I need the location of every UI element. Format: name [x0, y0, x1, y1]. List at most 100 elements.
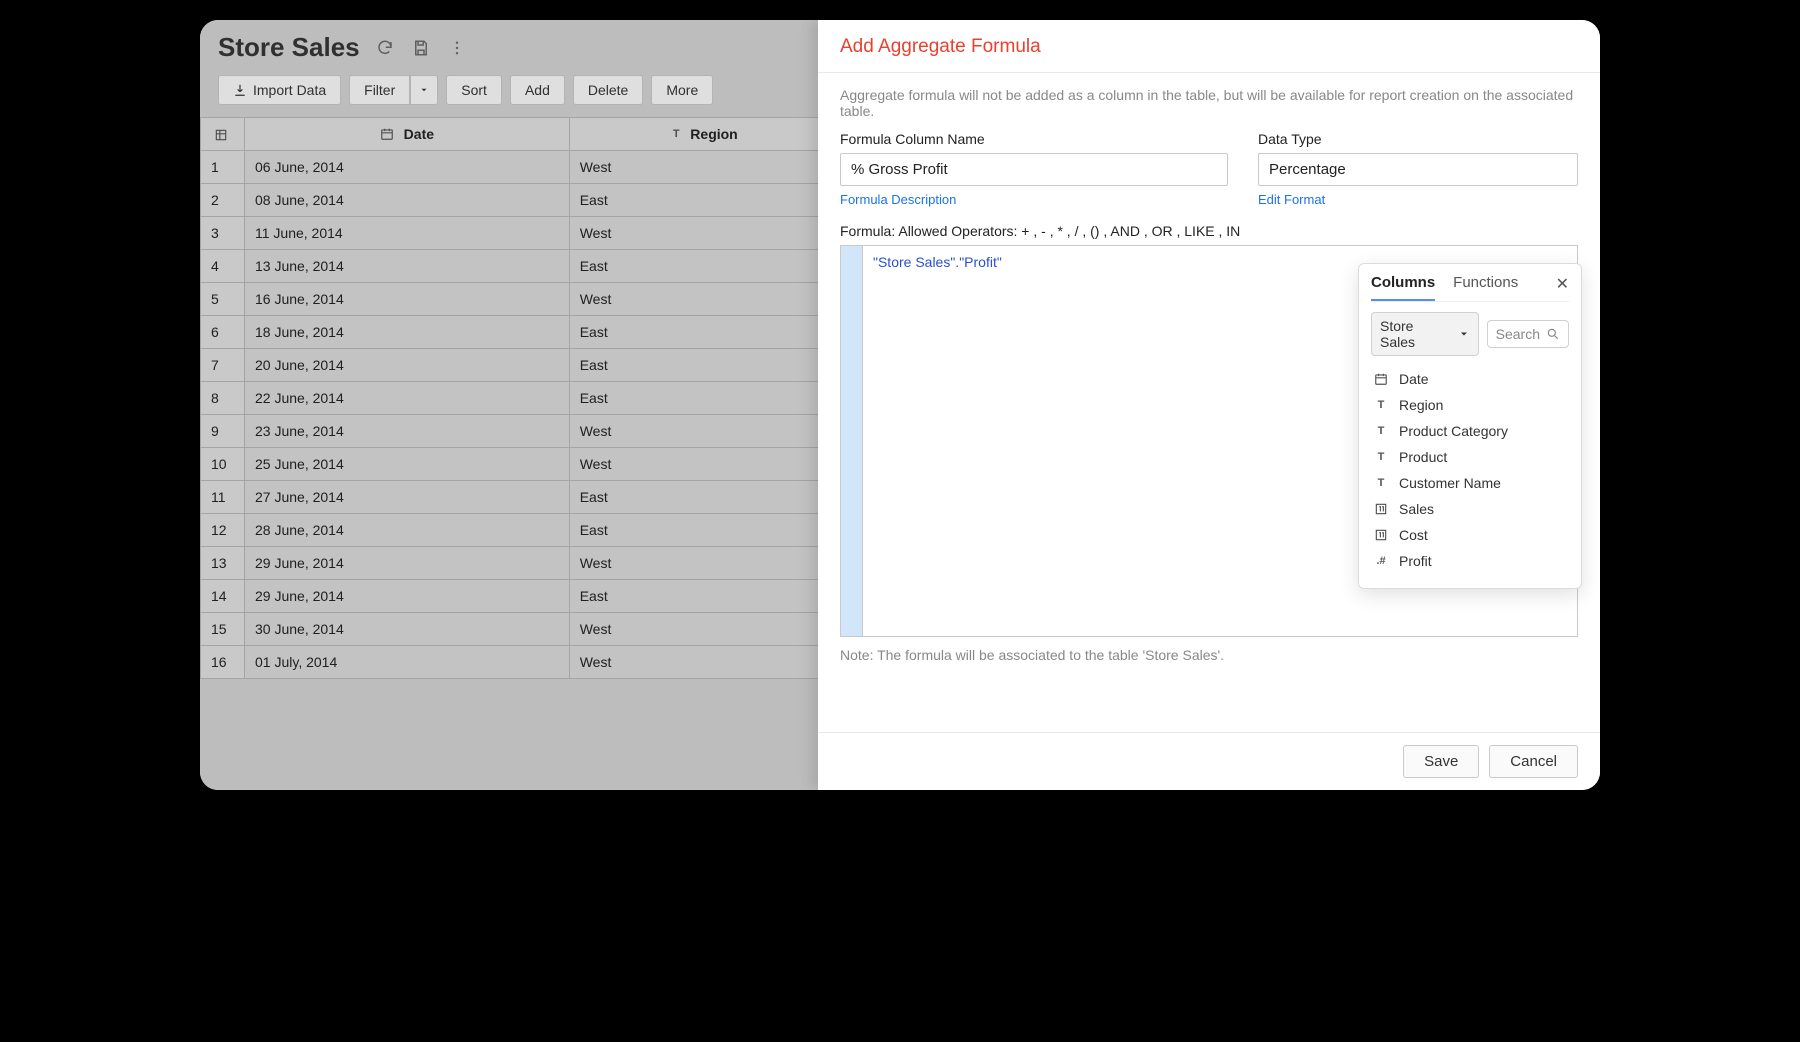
- chevron-down-icon: [1458, 328, 1470, 340]
- cell-region[interactable]: West: [569, 151, 837, 184]
- row-number: 7: [201, 349, 245, 382]
- source-select[interactable]: Store Sales: [1371, 312, 1479, 356]
- cell-date[interactable]: 11 June, 2014: [245, 217, 570, 250]
- cell-date[interactable]: 20 June, 2014: [245, 349, 570, 382]
- cell-date[interactable]: 01 July, 2014: [245, 646, 570, 679]
- editor-gutter: [841, 246, 863, 636]
- more-vert-icon[interactable]: [446, 37, 468, 59]
- col-region[interactable]: T Region: [569, 118, 837, 151]
- cell-date[interactable]: 28 June, 2014: [245, 514, 570, 547]
- cell-date[interactable]: 27 June, 2014: [245, 481, 570, 514]
- row-number: 13: [201, 547, 245, 580]
- row-number: 12: [201, 514, 245, 547]
- type-icon: T: [1373, 475, 1389, 491]
- edit-format-link[interactable]: Edit Format: [1258, 192, 1325, 207]
- type-label: Data Type: [1258, 131, 1578, 147]
- cell-date[interactable]: 23 June, 2014: [245, 415, 570, 448]
- sort-button[interactable]: Sort: [446, 75, 502, 105]
- import-label: Import Data: [253, 82, 326, 98]
- column-item[interactable]: Date: [1371, 366, 1569, 392]
- cell-region[interactable]: West: [569, 613, 837, 646]
- formula-label: Formula: Allowed Operators: + , - , * , …: [840, 223, 1578, 239]
- delete-button[interactable]: Delete: [573, 75, 643, 105]
- type-icon: [1373, 501, 1389, 517]
- panel-title: Add Aggregate Formula: [818, 20, 1600, 73]
- panel-note: Note: The formula will be associated to …: [840, 647, 1578, 663]
- add-button[interactable]: Add: [510, 75, 565, 105]
- column-item[interactable]: Sales: [1371, 496, 1569, 522]
- cell-region[interactable]: West: [569, 283, 837, 316]
- cell-date[interactable]: 13 June, 2014: [245, 250, 570, 283]
- cell-region[interactable]: East: [569, 580, 837, 613]
- cell-date[interactable]: 29 June, 2014: [245, 580, 570, 613]
- cell-region[interactable]: West: [569, 415, 837, 448]
- row-number: 6: [201, 316, 245, 349]
- page-title: Store Sales: [218, 32, 360, 63]
- tab-columns[interactable]: Columns: [1371, 274, 1435, 301]
- row-number: 10: [201, 448, 245, 481]
- save-icon[interactable]: [410, 37, 432, 59]
- name-label: Formula Column Name: [840, 131, 1228, 147]
- calendar-icon: [380, 127, 394, 141]
- filter-dropdown-icon[interactable]: [410, 75, 438, 105]
- cell-date[interactable]: 22 June, 2014: [245, 382, 570, 415]
- close-icon[interactable]: ✕: [1556, 274, 1569, 301]
- type-icon: .#: [1373, 553, 1389, 569]
- col-date[interactable]: Date: [245, 118, 570, 151]
- type-icon: T: [1373, 397, 1389, 413]
- import-data-button[interactable]: Import Data: [218, 75, 341, 105]
- cell-date[interactable]: 30 June, 2014: [245, 613, 570, 646]
- columns-popover: Columns Functions ✕ Store Sales Search D…: [1358, 263, 1582, 589]
- column-item[interactable]: TCustomer Name: [1371, 470, 1569, 496]
- formula-name-input[interactable]: [840, 153, 1228, 186]
- type-icon: T: [1373, 449, 1389, 465]
- cell-region[interactable]: West: [569, 217, 837, 250]
- row-number: 15: [201, 613, 245, 646]
- cell-region[interactable]: West: [569, 646, 837, 679]
- refresh-icon[interactable]: [374, 37, 396, 59]
- tab-functions[interactable]: Functions: [1453, 274, 1518, 301]
- cancel-button[interactable]: Cancel: [1489, 745, 1578, 778]
- cell-region[interactable]: East: [569, 481, 837, 514]
- cell-date[interactable]: 18 June, 2014: [245, 316, 570, 349]
- search-icon: [1546, 327, 1560, 341]
- cell-region[interactable]: East: [569, 316, 837, 349]
- save-button[interactable]: Save: [1403, 745, 1479, 778]
- app-window: Store Sales Import Data Filter So: [200, 20, 1600, 790]
- cell-date[interactable]: 08 June, 2014: [245, 184, 570, 217]
- table-corner[interactable]: [201, 118, 245, 151]
- type-icon: [1373, 371, 1389, 387]
- row-number: 9: [201, 415, 245, 448]
- cell-date[interactable]: 06 June, 2014: [245, 151, 570, 184]
- text-type-icon: T: [668, 126, 684, 142]
- type-icon: [1373, 527, 1389, 543]
- cell-region[interactable]: East: [569, 250, 837, 283]
- more-button[interactable]: More: [651, 75, 713, 105]
- cell-region[interactable]: West: [569, 547, 837, 580]
- cell-date[interactable]: 29 June, 2014: [245, 547, 570, 580]
- column-item[interactable]: TRegion: [1371, 392, 1569, 418]
- formula-panel: Add Aggregate Formula Aggregate formula …: [818, 20, 1600, 790]
- column-item[interactable]: TProduct: [1371, 444, 1569, 470]
- panel-hint: Aggregate formula will not be added as a…: [840, 87, 1578, 119]
- data-type-select[interactable]: [1258, 153, 1578, 186]
- cell-date[interactable]: 16 June, 2014: [245, 283, 570, 316]
- type-icon: T: [1373, 423, 1389, 439]
- column-item[interactable]: TProduct Category: [1371, 418, 1569, 444]
- cell-region[interactable]: East: [569, 382, 837, 415]
- row-number: 11: [201, 481, 245, 514]
- formula-text[interactable]: "Store Sales"."Profit": [863, 246, 1012, 636]
- cell-region[interactable]: West: [569, 448, 837, 481]
- cell-date[interactable]: 25 June, 2014: [245, 448, 570, 481]
- column-search-input[interactable]: Search: [1487, 320, 1569, 348]
- row-number: 3: [201, 217, 245, 250]
- row-number: 4: [201, 250, 245, 283]
- cell-region[interactable]: East: [569, 349, 837, 382]
- column-item[interactable]: Cost: [1371, 522, 1569, 548]
- row-number: 2: [201, 184, 245, 217]
- filter-button[interactable]: Filter: [349, 75, 410, 105]
- cell-region[interactable]: East: [569, 184, 837, 217]
- cell-region[interactable]: East: [569, 514, 837, 547]
- column-item[interactable]: .#Profit: [1371, 548, 1569, 574]
- formula-description-link[interactable]: Formula Description: [840, 192, 956, 207]
